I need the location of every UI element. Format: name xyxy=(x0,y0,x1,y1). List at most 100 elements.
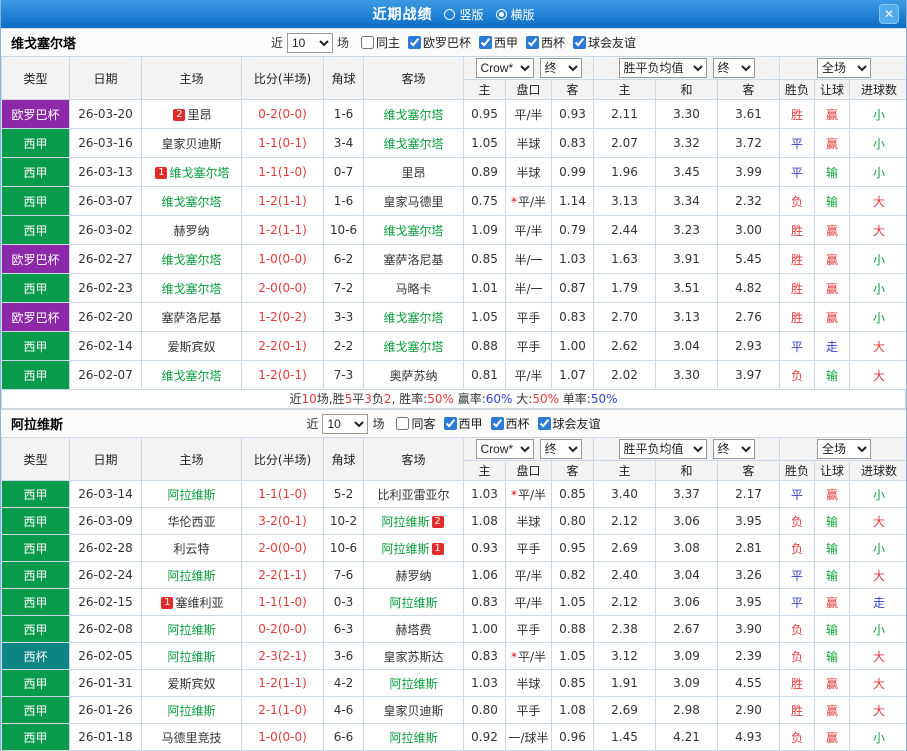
view-mode-radio[interactable]: 竖版 xyxy=(444,6,484,23)
handicap-cell: 平/半 xyxy=(505,360,552,390)
avg-home-odds-cell: 1.91 xyxy=(593,669,657,697)
match-row: 西甲 26-02-15 1 塞维利亚 1-1(1-0) 0-3 阿拉维斯 0.83 平/半 1.0… xyxy=(1,588,906,616)
avg-draw-odds-cell: 3.45 xyxy=(655,157,719,187)
away-handicap-odds-cell: 1.14 xyxy=(550,186,595,216)
checkbox-input[interactable] xyxy=(407,35,421,49)
filter-checkbox[interactable]: 西甲 xyxy=(443,415,483,432)
match-scope-select[interactable]: 全场 xyxy=(817,58,872,78)
score-cell: 1-1(1-0) xyxy=(241,588,324,616)
team-name: 维戈塞尔塔 xyxy=(161,194,222,209)
final-odds-select-2[interactable]: 终 xyxy=(712,439,755,459)
handicap-cell: 平手 xyxy=(505,331,552,361)
checkbox-input[interactable] xyxy=(443,416,457,430)
away-team-cell: 阿拉维斯 xyxy=(363,669,464,697)
match-date-cell: 26-03-09 xyxy=(69,507,142,535)
result-handicap-cell: 输 xyxy=(814,615,851,643)
col-type: 类型 xyxy=(1,437,70,481)
section-header: 阿拉维斯 近 10 场 同客 西甲 西杯 球会友谊 xyxy=(1,409,906,437)
filter-checkbox[interactable]: 西杯 xyxy=(490,415,530,432)
team-name: 赫塔费 xyxy=(395,622,432,637)
match-count-select[interactable]: 10 xyxy=(286,32,333,53)
final-odds-select[interactable]: 终 xyxy=(539,439,582,459)
final-odds-select-2[interactable]: 终 xyxy=(712,58,755,78)
avg-away-odds-cell: 2.39 xyxy=(717,642,781,670)
league-type-cell: 西甲 xyxy=(1,331,70,361)
col-home: 主场 xyxy=(141,56,242,100)
match-date-cell: 26-02-24 xyxy=(69,561,142,589)
away-handicap-odds-cell: 1.08 xyxy=(550,696,595,724)
team-title: 维戈塞尔塔 xyxy=(11,37,77,52)
checkbox-label: 西杯 xyxy=(541,35,566,50)
result-handicap-cell: 输 xyxy=(814,561,851,589)
score-cell: 2-2(0-1) xyxy=(241,331,324,361)
checkbox-input[interactable] xyxy=(479,35,492,49)
league-type-cell: 西甲 xyxy=(1,186,70,216)
home-handicap-odds-cell: 1.09 xyxy=(463,215,506,245)
league-type-cell: 西甲 xyxy=(1,561,70,589)
checkbox-input[interactable] xyxy=(396,416,410,430)
match-row: 西甲 26-03-13 1 维戈塞尔塔 1-1(1-0) 0-7 里昂 0.89 半球 0.99 1… xyxy=(1,157,906,187)
home-handicap-odds-cell: 1.08 xyxy=(463,507,506,535)
filter-checkbox[interactable]: 球会友谊 xyxy=(573,34,636,51)
score-cell: 2-1(1-0) xyxy=(241,696,324,724)
result-wdl-cell: 负 xyxy=(779,615,816,643)
team-name: 塞萨洛尼基 xyxy=(383,252,444,267)
match-row: 西甲 26-02-23 维戈塞尔塔 2-0(0-0) 7-2 马略卡 1.01 半/一 0.87… xyxy=(1,273,906,303)
checkbox-input[interactable] xyxy=(360,35,374,49)
league-filter-group: 同客 西甲 西杯 球会友谊 xyxy=(388,415,601,433)
corner-score-cell: 0-3 xyxy=(323,588,364,616)
score-cell: 1-1(0-1) xyxy=(241,128,324,158)
record-summary: 近10场,胜5平3负2, 胜率:50% 赢率:60% 大:50% 单率:50% xyxy=(1,390,906,409)
filter-checkbox[interactable]: 同主 xyxy=(360,34,400,51)
result-wdl-cell: 负 xyxy=(779,642,816,670)
league-type-cell: 西甲 xyxy=(1,273,70,303)
checkbox-input[interactable] xyxy=(490,416,504,430)
match-count-select[interactable]: 10 xyxy=(322,413,369,434)
checkbox-label: 同客 xyxy=(411,416,436,431)
checkbox-input[interactable] xyxy=(526,35,540,49)
avg-away-odds-cell: 2.17 xyxy=(717,480,781,508)
avg-draw-odds-cell: 3.37 xyxy=(655,480,719,508)
filter-checkbox[interactable]: 欧罗巴杯 xyxy=(407,34,471,51)
odds-company-select[interactable]: Crow* xyxy=(475,439,534,459)
match-scope-select[interactable]: 全场 xyxy=(817,439,872,459)
result-handicap-cell: 赢 xyxy=(814,669,851,697)
avg-odds-select[interactable]: 胜平负均值 xyxy=(618,58,707,78)
checkbox-input[interactable] xyxy=(573,35,587,49)
team-name: 奥萨苏纳 xyxy=(389,368,438,383)
home-team-cell: 维戈塞尔塔 xyxy=(141,244,242,274)
corner-score-cell: 7-2 xyxy=(323,273,364,303)
summary-segment: 平 xyxy=(352,392,365,406)
away-team-cell: 比利亚雷亚尔 xyxy=(363,480,464,508)
filter-checkbox[interactable]: 西杯 xyxy=(526,34,565,51)
subcol-handicap-result: 让球 xyxy=(814,460,851,481)
avg-odds-header: 胜平负均值 终 xyxy=(593,437,781,461)
avg-home-odds-cell: 2.11 xyxy=(593,99,657,129)
filter-checkbox[interactable]: 同客 xyxy=(396,415,436,432)
avg-odds-select[interactable]: 胜平负均值 xyxy=(618,439,707,459)
handicap-cell: 平手 xyxy=(505,696,552,724)
team-name: 维戈塞尔塔 xyxy=(161,252,222,267)
team-name: 皇家苏斯达 xyxy=(383,649,444,664)
view-mode-radio[interactable]: 横版 xyxy=(495,6,535,23)
home-team-cell: 1 塞维利亚 xyxy=(141,588,242,616)
final-odds-select[interactable]: 终 xyxy=(539,58,582,78)
filter-checkbox[interactable]: 球会友谊 xyxy=(537,415,601,432)
team-name: 阿拉维斯 xyxy=(167,487,216,502)
away-team-cell: 维戈塞尔塔 xyxy=(363,302,464,332)
match-row: 西甲 26-03-16 皇家贝迪斯 1-1(0-1) 3-4 维戈塞尔塔 1.05 半球 0.8… xyxy=(1,128,906,158)
filter-checkbox[interactable]: 西甲 xyxy=(479,34,518,51)
checkbox-input[interactable] xyxy=(537,416,551,430)
score-cell: 1-2(1-1) xyxy=(241,669,324,697)
col-type: 类型 xyxy=(1,56,70,100)
corner-score-cell: 10-2 xyxy=(323,507,364,535)
home-handicap-odds-cell: 0.95 xyxy=(463,99,506,129)
avg-away-odds-cell: 2.76 xyxy=(717,302,781,332)
away-team-cell: 维戈塞尔塔 xyxy=(363,215,464,245)
result-goals-cell: 小 xyxy=(849,480,906,508)
titlebar: 近期战绩 竖版 横版 ✕ xyxy=(1,0,906,28)
result-wdl-cell: 平 xyxy=(779,157,816,187)
summary-segment: 50% xyxy=(532,392,559,406)
close-button[interactable]: ✕ xyxy=(879,4,899,24)
odds-company-select[interactable]: Crow* xyxy=(475,58,534,78)
